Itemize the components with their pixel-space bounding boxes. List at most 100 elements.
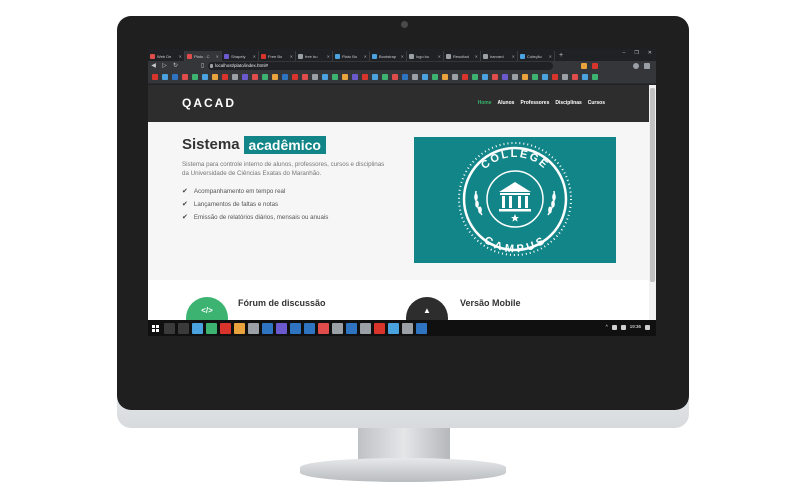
back-icon[interactable]: ◀ — [148, 61, 159, 71]
browser-tab[interactable]: free bu ✕ — [296, 51, 333, 61]
tab-close-icon[interactable]: ✕ — [512, 54, 515, 59]
taskbar-app-icon[interactable] — [233, 322, 245, 334]
tab-close-icon[interactable]: ✕ — [327, 54, 330, 59]
taskbar-app-icon[interactable] — [205, 322, 217, 334]
taskbar-app-icon[interactable] — [177, 322, 189, 334]
address-bar[interactable]: localhost/plato/index.html# — [208, 62, 553, 70]
taskbar-app-icon[interactable] — [331, 322, 343, 334]
bookmark-favicon-icon[interactable] — [482, 74, 488, 80]
tab-close-icon[interactable]: ✕ — [290, 54, 293, 59]
bookmark-favicon-icon[interactable] — [272, 74, 278, 80]
tab-close-icon[interactable]: ✕ — [401, 54, 404, 59]
bookmark-favicon-icon[interactable] — [592, 74, 598, 80]
taskbar-app-icon[interactable] — [261, 322, 273, 334]
profile-avatar-icon[interactable] — [633, 63, 639, 69]
taskbar-app-icon[interactable] — [303, 322, 315, 334]
tab-close-icon[interactable]: ✕ — [253, 54, 256, 59]
info-icon[interactable] — [210, 64, 213, 68]
nav-item-professores[interactable]: Professores — [520, 100, 549, 106]
bookmark-favicon-icon[interactable] — [152, 74, 158, 80]
network-icon[interactable] — [611, 324, 617, 330]
browser-tab[interactable]: harvard ✕ — [481, 51, 518, 61]
bookmark-favicon-icon[interactable] — [442, 74, 448, 80]
bookmark-favicon-icon[interactable] — [292, 74, 298, 80]
bookmark-favicon-icon[interactable] — [162, 74, 168, 80]
browser-tab[interactable]: Plato Bo ✕ — [333, 51, 370, 61]
tab-close-icon[interactable]: ✕ — [216, 54, 219, 59]
bookmark-favicon-icon[interactable] — [232, 74, 238, 80]
taskbar-app-icon[interactable] — [219, 322, 231, 334]
tab-close-icon[interactable]: ✕ — [549, 54, 552, 59]
bookmark-favicon-icon[interactable] — [282, 74, 288, 80]
bookmark-icon[interactable]: ▯ — [197, 61, 208, 71]
bookmark-favicon-icon[interactable] — [352, 74, 358, 80]
windows-start-icon[interactable] — [148, 320, 162, 336]
bookmark-favicon-icon[interactable] — [222, 74, 228, 80]
bookmark-favicon-icon[interactable] — [572, 74, 578, 80]
tab-close-icon[interactable]: ✕ — [179, 54, 182, 59]
bookmark-favicon-icon[interactable] — [182, 74, 188, 80]
browser-tab[interactable]: Plato - C ✕ — [185, 51, 222, 61]
scrollbar-thumb[interactable] — [650, 88, 655, 282]
taskbar-app-icon[interactable] — [359, 322, 371, 334]
bookmark-favicon-icon[interactable] — [332, 74, 338, 80]
close-window-button[interactable]: ✕ — [648, 50, 652, 56]
bookmark-favicon-icon[interactable] — [312, 74, 318, 80]
reload-icon[interactable]: ↻ — [170, 61, 181, 71]
bookmark-favicon-icon[interactable] — [422, 74, 428, 80]
bookmark-favicon-icon[interactable] — [382, 74, 388, 80]
taskbar-app-icon[interactable] — [191, 322, 203, 334]
brave-shield-icon[interactable] — [581, 63, 587, 69]
bookmark-favicon-icon[interactable] — [342, 74, 348, 80]
browser-tab[interactable]: Web De ✕ — [148, 51, 185, 61]
rewards-icon[interactable] — [592, 63, 598, 69]
taskbar-app-icon[interactable] — [317, 322, 329, 334]
taskbar-app-icon[interactable] — [247, 322, 259, 334]
page-scrollbar[interactable] — [649, 85, 656, 320]
taskbar-app-icon[interactable] — [289, 322, 301, 334]
nav-item-cursos[interactable]: Cursos — [588, 100, 605, 106]
taskbar-app-icon[interactable] — [415, 322, 427, 334]
bookmark-favicon-icon[interactable] — [532, 74, 538, 80]
bookmark-favicon-icon[interactable] — [432, 74, 438, 80]
nav-item-alunos[interactable]: Alunos — [498, 100, 515, 106]
bookmark-favicon-icon[interactable] — [412, 74, 418, 80]
browser-tab[interactable]: Free Bo ✕ — [259, 51, 296, 61]
bookmark-favicon-icon[interactable] — [562, 74, 568, 80]
tab-close-icon[interactable]: ✕ — [475, 54, 478, 59]
browser-tab[interactable]: logo bu ✕ — [407, 51, 444, 61]
taskbar-clock[interactable]: 19:36 — [630, 324, 641, 330]
taskbar-app-icon[interactable] — [401, 322, 413, 334]
bookmark-favicon-icon[interactable] — [522, 74, 528, 80]
bookmark-favicon-icon[interactable] — [552, 74, 558, 80]
bookmark-favicon-icon[interactable] — [362, 74, 368, 80]
bookmark-favicon-icon[interactable] — [492, 74, 498, 80]
taskbar-app-icon[interactable] — [373, 322, 385, 334]
minimize-button[interactable]: – — [623, 50, 626, 56]
taskbar-app-icon[interactable] — [163, 322, 175, 334]
browser-tab[interactable]: Resultad ✕ — [444, 51, 481, 61]
browser-tab[interactable]: Coleção ✕ — [518, 51, 555, 61]
nav-item-home[interactable]: Home — [478, 100, 492, 106]
bookmark-favicon-icon[interactable] — [262, 74, 268, 80]
bookmark-favicon-icon[interactable] — [502, 74, 508, 80]
bookmark-favicon-icon[interactable] — [452, 74, 458, 80]
bookmark-favicon-icon[interactable] — [212, 74, 218, 80]
tab-close-icon[interactable]: ✕ — [364, 54, 367, 59]
nav-item-disciplinas[interactable]: Disciplinas — [555, 100, 581, 106]
new-tab-button[interactable]: + — [555, 51, 567, 61]
bookmark-favicon-icon[interactable] — [252, 74, 258, 80]
volume-icon[interactable] — [620, 324, 626, 330]
bookmark-favicon-icon[interactable] — [402, 74, 408, 80]
bookmark-favicon-icon[interactable] — [242, 74, 248, 80]
bookmark-favicon-icon[interactable] — [172, 74, 178, 80]
bookmark-favicon-icon[interactable] — [392, 74, 398, 80]
taskbar-app-icon[interactable] — [387, 322, 399, 334]
taskbar-app-icon[interactable] — [275, 322, 287, 334]
bookmark-favicon-icon[interactable] — [462, 74, 468, 80]
forward-icon[interactable]: ▷ — [159, 61, 170, 71]
bookmark-favicon-icon[interactable] — [372, 74, 378, 80]
bookmark-favicon-icon[interactable] — [512, 74, 518, 80]
tray-chevron-icon[interactable]: ^ — [606, 324, 608, 330]
bookmark-favicon-icon[interactable] — [582, 74, 588, 80]
